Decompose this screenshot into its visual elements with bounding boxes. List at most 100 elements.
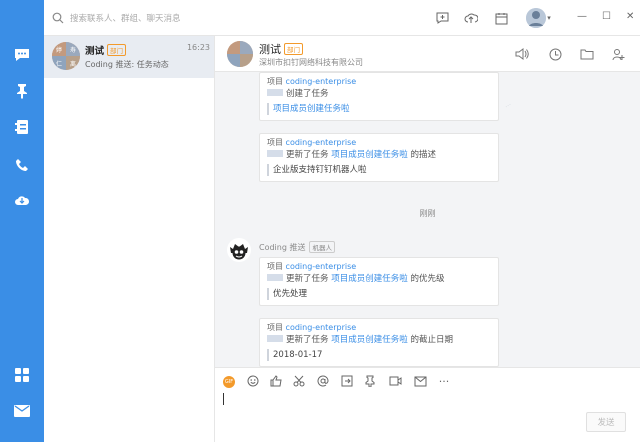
- blurred-user: [267, 89, 283, 96]
- task-link[interactable]: 项目成员创建任务啦: [267, 103, 490, 115]
- speaker-icon[interactable]: [513, 45, 531, 63]
- task-link[interactable]: 项目成员创建任务啦: [331, 335, 408, 345]
- message-card[interactable]: 项目 coding-enterprise 更新了任务 项目成员创建任务啦 的描述…: [259, 133, 499, 182]
- conversation-time: 16:23: [186, 43, 210, 52]
- search-icon: [52, 12, 64, 24]
- folder-icon[interactable]: [578, 45, 596, 63]
- conversation-item[interactable]: 婷 寿 仁 离 测试 部门 16:23 Coding 推送: 任务动态: [44, 36, 214, 78]
- avatar-char: 仁: [52, 56, 66, 70]
- search-input[interactable]: 搜索联系人、群组、聊天消息: [70, 12, 181, 24]
- scissors-icon[interactable]: [292, 374, 306, 388]
- new-message-icon[interactable]: [434, 10, 450, 26]
- history-icon[interactable]: [546, 45, 564, 63]
- sender-line: Coding 推送 机器人: [259, 241, 335, 253]
- search-box[interactable]: 搜索联系人、群组、聊天消息: [52, 9, 262, 27]
- close-icon[interactable]: ✕: [626, 11, 634, 22]
- action-suffix: 的优先级: [410, 274, 445, 284]
- project-prefix: 项目: [267, 262, 283, 271]
- chat-title-text: 测试: [259, 43, 281, 56]
- group-avatar: 婷 寿 仁 离: [52, 42, 80, 70]
- mail-icon[interactable]: [13, 402, 31, 420]
- members-icon[interactable]: [610, 45, 628, 63]
- chat-title: 测试 部门: [259, 41, 303, 57]
- project-prefix: 项目: [267, 138, 283, 147]
- contacts-icon[interactable]: [13, 118, 31, 136]
- avatar-char: 婷: [52, 42, 66, 56]
- action-text: 更新了任务: [286, 150, 329, 160]
- cloud-icon[interactable]: [13, 191, 31, 209]
- conversation-preview: Coding 推送: 任务动态: [85, 60, 169, 69]
- message-project: 项目 coding-enterprise: [267, 76, 490, 88]
- left-nav-rail: [0, 0, 44, 442]
- project-name[interactable]: coding-enterprise: [286, 138, 357, 147]
- project-name[interactable]: coding-enterprise: [286, 323, 357, 332]
- chat-header: 测试 部门 深圳市扣钉网络科技有限公司: [215, 36, 640, 72]
- message-quote: 企业版支持钉钉机器人啦: [267, 164, 490, 176]
- top-bar: 搜索联系人、群组、聊天消息 ▾ — ☐ ✕: [44, 0, 640, 36]
- watermark: ···: [503, 100, 514, 112]
- message-action: 更新了任务 项目成员创建任务啦 的描述: [267, 149, 490, 162]
- mail-icon[interactable]: [413, 374, 427, 388]
- message-card[interactable]: 项目 coding-enterprise 更新了任务 项目成员创建任务啦 的截止…: [259, 318, 499, 367]
- message-card[interactable]: 项目 coding-enterprise 更新了任务 项目成员创建任务啦 的优先…: [259, 257, 499, 306]
- bot-avatar[interactable]: [227, 238, 251, 262]
- text-caret: [223, 393, 224, 405]
- chat-avatar[interactable]: [227, 41, 253, 67]
- action-text: 更新了任务: [286, 335, 329, 345]
- avatar-char: 离: [66, 56, 80, 70]
- send-button[interactable]: 发送: [586, 412, 626, 432]
- more-icon[interactable]: ···: [437, 374, 451, 388]
- department-badge: 部门: [107, 44, 127, 56]
- apps-icon[interactable]: [13, 366, 31, 384]
- minimize-icon[interactable]: —: [577, 11, 587, 22]
- blurred-user: [267, 274, 283, 281]
- conversation-name: 测试 部门: [85, 43, 127, 57]
- action-suffix: 的截止日期: [410, 335, 453, 345]
- message-quote: 优先处理: [267, 288, 490, 300]
- message-action: 更新了任务 项目成员创建任务啦 的截止日期: [267, 334, 490, 347]
- pin-icon[interactable]: [13, 82, 31, 100]
- message-card[interactable]: 项目 coding-enterprise 创建了任务 项目成员创建任务啦: [259, 72, 499, 121]
- pin-message-icon[interactable]: [363, 374, 377, 388]
- avatar-char: 寿: [66, 42, 80, 56]
- blurred-user: [267, 150, 283, 157]
- thumbs-up-icon[interactable]: [269, 374, 283, 388]
- mention-icon[interactable]: [316, 374, 330, 388]
- project-prefix: 项目: [267, 77, 283, 86]
- emoji-icon[interactable]: [246, 374, 260, 388]
- project-name[interactable]: coding-enterprise: [286, 77, 357, 86]
- sender-name: Coding 推送: [259, 243, 306, 252]
- time-divider: 刚刚: [419, 209, 436, 218]
- robot-badge: 机器人: [309, 241, 335, 253]
- share-screen-icon[interactable]: [340, 374, 354, 388]
- maximize-icon[interactable]: ☐: [602, 11, 611, 22]
- conversation-list: 婷 寿 仁 离 测试 部门 16:23 Coding 推送: 任务动态: [44, 36, 215, 442]
- message-project: 项目 coding-enterprise: [267, 261, 490, 273]
- message-area: ··· 项目 coding-enterprise 创建了任务 项目成员创建任务啦…: [215, 72, 640, 367]
- phone-icon[interactable]: [13, 156, 31, 174]
- project-name[interactable]: coding-enterprise: [286, 262, 357, 271]
- blurred-user: [267, 335, 283, 342]
- message-quote: 2018-01-17: [267, 349, 490, 361]
- gif-icon[interactable]: GIF: [223, 376, 235, 388]
- conversation-title: 测试: [85, 46, 105, 57]
- message-project: 项目 coding-enterprise: [267, 137, 490, 149]
- message-action: 创建了任务: [267, 88, 490, 101]
- chevron-down-icon[interactable]: ▾: [544, 10, 554, 26]
- department-badge: 部门: [284, 43, 303, 55]
- task-link[interactable]: 项目成员创建任务啦: [331, 274, 408, 284]
- upload-cloud-icon[interactable]: [463, 10, 479, 26]
- company-name: 深圳市扣钉网络科技有限公司: [259, 58, 363, 67]
- video-icon[interactable]: [388, 374, 402, 388]
- action-text: 更新了任务: [286, 274, 329, 284]
- action-suffix: 的描述: [410, 150, 436, 160]
- dingtalk-window: 搜索联系人、群组、聊天消息 ▾ — ☐ ✕ 婷 寿 仁 离 测试 部门 16:2…: [0, 0, 640, 442]
- message-composer: GIF ··· 发送: [215, 367, 640, 442]
- task-link[interactable]: 项目成员创建任务啦: [331, 150, 408, 160]
- action-text: 创建了任务: [286, 89, 329, 99]
- chat-icon[interactable]: [13, 46, 31, 64]
- user-avatar[interactable]: [526, 8, 546, 28]
- message-action: 更新了任务 项目成员创建任务啦 的优先级: [267, 273, 490, 286]
- calendar-icon[interactable]: [493, 10, 509, 26]
- message-project: 项目 coding-enterprise: [267, 322, 490, 334]
